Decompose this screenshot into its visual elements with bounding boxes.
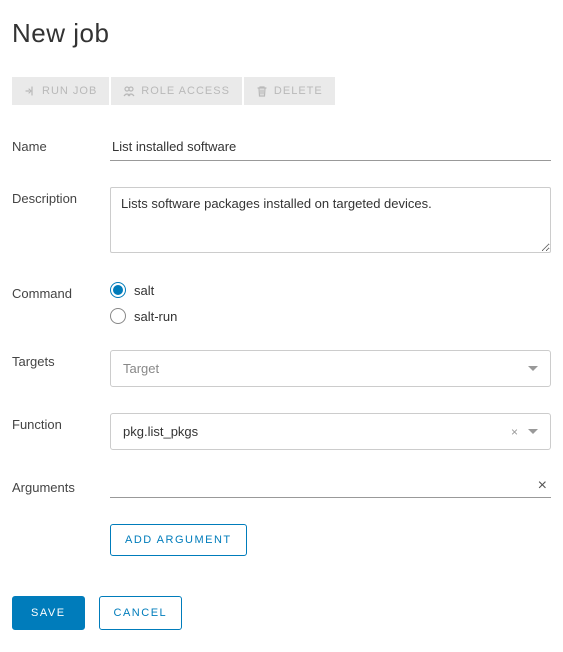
clear-function-icon[interactable]: × xyxy=(511,426,518,438)
name-label: Name xyxy=(12,135,110,154)
description-label: Description xyxy=(12,187,110,206)
chevron-down-icon xyxy=(528,429,538,434)
chevron-down-icon xyxy=(528,366,538,371)
role-access-button[interactable]: ROLE ACCESS xyxy=(111,77,242,105)
toolbar: RUN JOB ROLE ACCESS DELETE xyxy=(12,77,551,105)
command-option-salt[interactable]: salt xyxy=(110,282,551,298)
radio-icon xyxy=(110,308,126,324)
delete-button[interactable]: DELETE xyxy=(244,77,335,105)
trash-icon xyxy=(256,85,268,97)
argument-row[interactable]: × xyxy=(110,476,551,498)
run-icon xyxy=(24,85,36,97)
users-icon xyxy=(123,85,135,97)
remove-argument-icon[interactable]: × xyxy=(534,478,551,496)
command-salt-label: salt xyxy=(134,283,154,298)
add-argument-button[interactable]: ADD ARGUMENT xyxy=(110,524,247,556)
role-access-label: ROLE ACCESS xyxy=(141,85,230,97)
command-label: Command xyxy=(12,282,110,301)
function-value: pkg.list_pkgs xyxy=(123,424,198,439)
cancel-button[interactable]: CANCEL xyxy=(99,596,183,630)
function-label: Function xyxy=(12,413,110,432)
command-option-salt-run[interactable]: salt-run xyxy=(110,308,551,324)
run-job-button[interactable]: RUN JOB xyxy=(12,77,109,105)
function-select[interactable]: pkg.list_pkgs × xyxy=(110,413,551,450)
targets-label: Targets xyxy=(12,350,110,369)
command-salt-run-label: salt-run xyxy=(134,309,177,324)
page-title: New job xyxy=(12,18,551,49)
name-input[interactable] xyxy=(110,135,551,161)
targets-select[interactable]: Target xyxy=(110,350,551,387)
radio-icon xyxy=(110,282,126,298)
targets-placeholder: Target xyxy=(123,361,159,376)
delete-label: DELETE xyxy=(274,85,323,97)
description-textarea[interactable]: Lists software packages installed on tar… xyxy=(110,187,551,253)
arguments-label: Arguments xyxy=(12,476,110,495)
run-job-label: RUN JOB xyxy=(42,85,97,97)
save-button[interactable]: SAVE xyxy=(12,596,85,630)
